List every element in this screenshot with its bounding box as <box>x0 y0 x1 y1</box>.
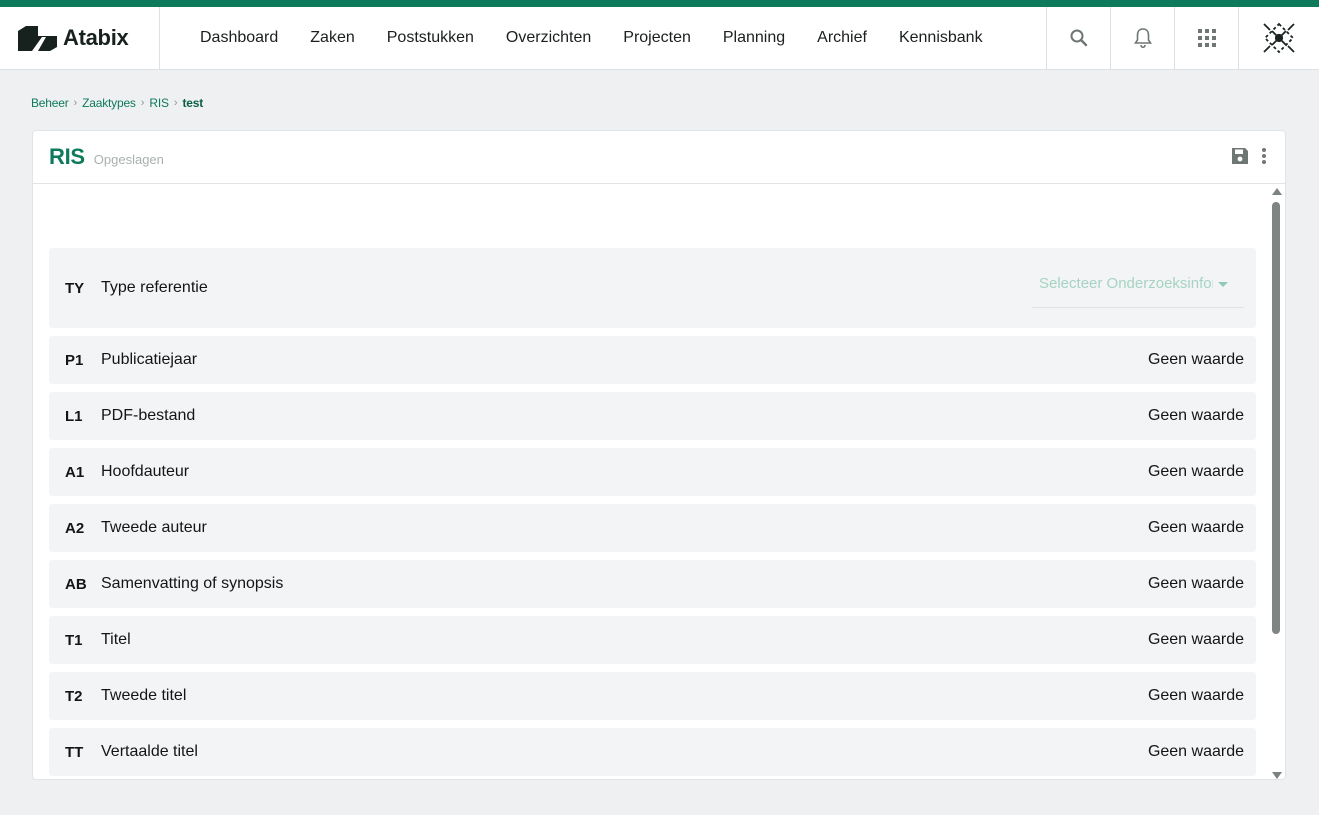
brand-name: Atabix <box>63 25 129 50</box>
more-options-button[interactable] <box>1261 147 1267 165</box>
save-status: Opgeslagen <box>93 151 164 167</box>
user-menu-button[interactable] <box>1238 7 1319 69</box>
breadcrumb-zaaktypes[interactable]: Zaaktypes <box>82 96 136 110</box>
field-code: P1 <box>65 351 84 369</box>
main-nav: Dashboard Zaken Poststukken Overzichten … <box>160 7 1046 69</box>
field-code: TY <box>65 279 85 297</box>
save-button[interactable] <box>1231 147 1249 165</box>
breadcrumb-ris[interactable]: RIS <box>149 96 169 110</box>
field-code: TT <box>65 743 84 761</box>
field-label: Publicatiejaar <box>101 351 198 368</box>
list-item[interactable]: T1 Titel Geen waarde <box>49 616 1256 664</box>
list-item[interactable]: L1 PDF-bestand Geen waarde <box>49 392 1256 440</box>
nav-item-overzichten[interactable]: Overzichten <box>506 29 591 47</box>
type-reference-row: TY Type referentie Selecteer Onderzoeksi… <box>49 248 1256 328</box>
type-reference-select[interactable]: Selecteer Onderzoeksinformatie <box>1032 268 1244 308</box>
caret-down-icon <box>1218 282 1228 287</box>
field-value: Geen waarde <box>1147 743 1244 760</box>
nav-item-archief[interactable]: Archief <box>817 29 867 47</box>
field-label: Tweede titel <box>101 687 187 704</box>
list-item[interactable]: P1 Publicatiejaar Geen waarde <box>49 336 1256 384</box>
nav-item-planning[interactable]: Planning <box>723 29 785 47</box>
chevron-right-icon: › <box>73 97 78 109</box>
field-code: T1 <box>65 631 83 649</box>
vertical-scrollbar[interactable] <box>1270 188 1282 779</box>
field-label: Hoofdauteur <box>101 463 190 480</box>
card-header: RIS Opgeslagen <box>33 131 1285 184</box>
nav-item-dashboard[interactable]: Dashboard <box>200 29 278 47</box>
field-label: Vertaalde titel <box>101 743 198 760</box>
nav-item-kennisbank[interactable]: Kennisbank <box>899 29 983 47</box>
list-item[interactable]: A1 Hoofdauteur Geen waarde <box>49 448 1256 496</box>
field-code: A1 <box>65 463 85 481</box>
breadcrumb-current: test <box>182 96 204 110</box>
nav-item-zaken[interactable]: Zaken <box>310 29 354 47</box>
field-value: Geen waarde <box>1147 463 1244 480</box>
notifications-button[interactable] <box>1110 7 1174 69</box>
field-value: Geen waarde <box>1147 351 1244 368</box>
bell-icon <box>1133 28 1152 49</box>
app-header: Atabix Dashboard Zaken Poststukken Overz… <box>0 7 1319 70</box>
nav-item-projecten[interactable]: Projecten <box>623 29 691 47</box>
list-item[interactable]: AB Samenvatting of synopsis Geen waarde <box>49 560 1256 608</box>
field-value: Geen waarde <box>1147 631 1244 648</box>
page-title: RIS <box>49 144 85 169</box>
search-icon <box>1070 29 1087 47</box>
field-code: L1 <box>65 407 83 425</box>
top-accent-bar <box>0 0 1319 7</box>
list-item[interactable]: A2 Tweede auteur Geen waarde <box>49 504 1256 552</box>
field-value: Geen waarde <box>1147 519 1244 536</box>
select-placeholder: Selecteer Onderzoeksinformatie <box>1039 275 1213 292</box>
scroll-thumb[interactable] <box>1272 202 1280 634</box>
field-code: AB <box>65 575 87 593</box>
ris-card: RIS Opgeslagen TY Type referentie Select… <box>32 130 1286 780</box>
logo[interactable]: Atabix <box>0 7 160 69</box>
field-list: TY Type referentie Selecteer Onderzoeksi… <box>49 248 1256 779</box>
chevron-right-icon: › <box>140 97 145 109</box>
breadcrumb: Beheer › Zaaktypes › RIS › test <box>31 96 203 110</box>
card-body: TY Type referentie Selecteer Onderzoeksi… <box>33 184 1285 779</box>
field-label: Titel <box>101 631 131 648</box>
scroll-up-arrow-icon[interactable] <box>1272 188 1282 195</box>
card-actions <box>1231 147 1267 165</box>
apps-button[interactable] <box>1174 7 1238 69</box>
more-vertical-icon <box>1262 148 1266 164</box>
breadcrumb-beheer[interactable]: Beheer <box>31 96 69 110</box>
search-button[interactable] <box>1046 7 1110 69</box>
scroll-down-arrow-icon[interactable] <box>1272 772 1282 779</box>
field-label: PDF-bestand <box>101 407 196 424</box>
field-value: Geen waarde <box>1147 687 1244 704</box>
field-value: Geen waarde <box>1147 407 1244 424</box>
save-icon <box>1232 148 1248 164</box>
nav-item-poststukken[interactable]: Poststukken <box>387 29 474 47</box>
chevron-right-icon: › <box>173 97 178 109</box>
list-item[interactable]: T2 Tweede titel Geen waarde <box>49 672 1256 720</box>
field-label: Tweede auteur <box>101 519 207 536</box>
atabix-logo-icon <box>18 25 57 51</box>
field-label: Type referentie <box>101 279 208 296</box>
field-value: Geen waarde <box>1147 575 1244 592</box>
user-avatar <box>1263 22 1295 54</box>
list-item[interactable]: TT Vertaalde titel Geen waarde <box>49 728 1256 776</box>
field-label: Samenvatting of synopsis <box>101 575 284 592</box>
apps-grid-icon <box>1197 29 1216 47</box>
field-code: T2 <box>65 687 83 705</box>
field-code: A2 <box>65 519 85 537</box>
